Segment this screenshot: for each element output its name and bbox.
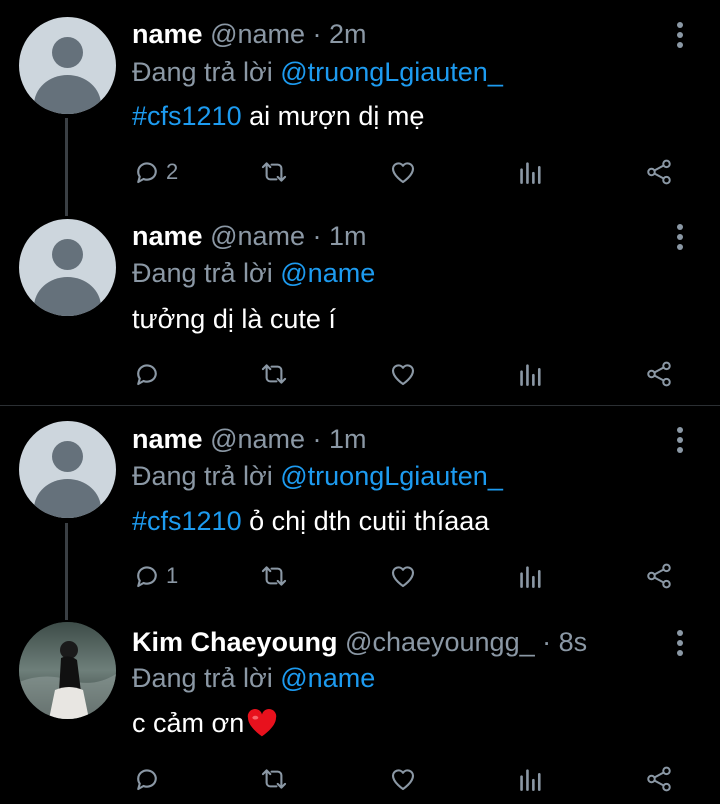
- retweet-button[interactable]: [258, 762, 290, 796]
- reply-icon: [137, 566, 157, 588]
- retweet-button[interactable]: [258, 357, 290, 391]
- like-button[interactable]: [388, 762, 418, 796]
- share-button[interactable]: [644, 559, 674, 593]
- display-name[interactable]: name: [132, 221, 203, 251]
- heart-icon: [391, 162, 415, 184]
- reply-button[interactable]: 1: [132, 559, 178, 593]
- timestamp[interactable]: · 1m: [313, 424, 367, 454]
- reply-context: Đang trả lời @name: [132, 662, 375, 694]
- more-options-icon[interactable]: [672, 22, 688, 48]
- like-button[interactable]: [388, 559, 418, 593]
- display-name[interactable]: name: [132, 424, 203, 454]
- tweet-header: Kim Chaeyoung @chaeyoungg_ · 8s: [132, 626, 587, 658]
- mention-link[interactable]: @truongLgiauten_: [280, 57, 503, 87]
- analytics-icon: [520, 566, 541, 588]
- tweet-body: c cảm ơn: [132, 708, 245, 738]
- tweet-text: #cfs1210 ai mượn dị mẹ: [132, 99, 424, 133]
- mention-link[interactable]: @truongLgiauten_: [280, 461, 503, 491]
- analytics-icon: [520, 769, 541, 791]
- reply-button[interactable]: 2: [132, 155, 178, 189]
- hashtag-link[interactable]: #cfs1210: [132, 101, 242, 131]
- action-bar: [132, 762, 692, 796]
- reply-prefix: Đang trả lời: [132, 461, 281, 491]
- display-name[interactable]: name: [132, 19, 203, 49]
- tweet[interactable]: name @name · 2m Đang trả lời @truongLgia…: [0, 0, 720, 205]
- tweet-text: #cfs1210 ỏ chị dth cutii thíaaa: [132, 504, 489, 538]
- profile-photo: [19, 622, 116, 719]
- tweet[interactable]: name @name · 1m Đang trả lời @name tưởng…: [0, 205, 720, 405]
- tweet-header: name @name · 1m: [132, 220, 367, 252]
- views-button[interactable]: [518, 762, 544, 796]
- views-button[interactable]: [518, 155, 544, 189]
- action-bar: 2: [132, 155, 692, 189]
- analytics-icon: [520, 162, 541, 184]
- retweet-icon: [261, 769, 287, 789]
- reply-count: 1: [166, 563, 179, 588]
- avatar[interactable]: [19, 421, 116, 518]
- analytics-icon: [520, 364, 541, 386]
- reply-context: Đang trả lời @truongLgiauten_: [132, 460, 503, 492]
- handle[interactable]: @name: [210, 221, 305, 251]
- tweet-body: ai mượn dị mẹ: [241, 101, 425, 131]
- reply-context: Đang trả lời @truongLgiauten_: [132, 56, 503, 88]
- red-heart-emoji-icon: [248, 708, 277, 737]
- share-icon: [647, 766, 671, 792]
- avatar[interactable]: [19, 17, 116, 114]
- more-options-icon[interactable]: [672, 630, 688, 656]
- tweet-body: ỏ chị dth cutii thíaaa: [241, 506, 490, 536]
- heart-icon: [391, 566, 415, 588]
- tweet-header: name @name · 1m: [132, 423, 367, 455]
- mention-link[interactable]: @name: [280, 258, 375, 288]
- reply-button[interactable]: [132, 357, 166, 391]
- avatar[interactable]: [19, 219, 116, 316]
- share-button[interactable]: [644, 155, 674, 189]
- views-button[interactable]: [518, 559, 544, 593]
- heart-icon: [391, 364, 415, 386]
- mention-link[interactable]: @name: [280, 663, 375, 693]
- tweet-text: c cảm ơn: [132, 706, 278, 740]
- share-icon: [647, 159, 671, 185]
- timestamp[interactable]: · 8s: [542, 627, 587, 657]
- like-button[interactable]: [388, 357, 418, 391]
- timestamp[interactable]: · 1m: [313, 221, 367, 251]
- retweet-icon: [261, 566, 287, 586]
- action-bar: [132, 357, 692, 391]
- hashtag-link[interactable]: #cfs1210: [132, 506, 242, 536]
- retweet-icon: [261, 162, 287, 182]
- share-button[interactable]: [644, 762, 674, 796]
- retweet-button[interactable]: [258, 155, 290, 189]
- handle[interactable]: @name: [210, 19, 305, 49]
- handle[interactable]: @name: [210, 424, 305, 454]
- avatar[interactable]: [19, 622, 116, 719]
- more-options-icon[interactable]: [672, 427, 688, 453]
- more-options-icon[interactable]: [672, 224, 688, 250]
- tweet[interactable]: Kim Chaeyoung @chaeyoungg_ · 8s Đang trả…: [0, 606, 720, 804]
- retweet-button[interactable]: [258, 559, 290, 593]
- tweet-body: tưởng dị là cute í: [132, 304, 336, 334]
- reply-icon: [137, 162, 157, 184]
- retweet-icon: [261, 364, 287, 384]
- like-button[interactable]: [388, 155, 418, 189]
- reply-prefix: Đang trả lời: [132, 258, 281, 288]
- reply-button[interactable]: [132, 762, 166, 796]
- reply-count: 2: [166, 159, 179, 184]
- tweet[interactable]: name @name · 1m Đang trả lời @truongLgia…: [0, 406, 720, 606]
- share-icon: [647, 361, 671, 387]
- handle[interactable]: @chaeyoungg_: [345, 627, 535, 657]
- tweet-text: tưởng dị là cute í: [132, 302, 336, 336]
- reply-prefix: Đang trả lời: [132, 663, 281, 693]
- views-button[interactable]: [518, 357, 544, 391]
- share-icon: [647, 563, 671, 589]
- action-bar: 1: [132, 559, 692, 593]
- reply-prefix: Đang trả lời: [132, 57, 281, 87]
- heart-icon: [391, 769, 415, 791]
- tweet-header: name @name · 2m: [132, 18, 367, 50]
- display-name[interactable]: Kim Chaeyoung: [132, 627, 338, 657]
- reply-context: Đang trả lời @name: [132, 257, 375, 289]
- reply-icon: [137, 769, 157, 791]
- reply-icon: [137, 364, 157, 386]
- timestamp[interactable]: · 2m: [313, 19, 367, 49]
- share-button[interactable]: [644, 357, 674, 391]
